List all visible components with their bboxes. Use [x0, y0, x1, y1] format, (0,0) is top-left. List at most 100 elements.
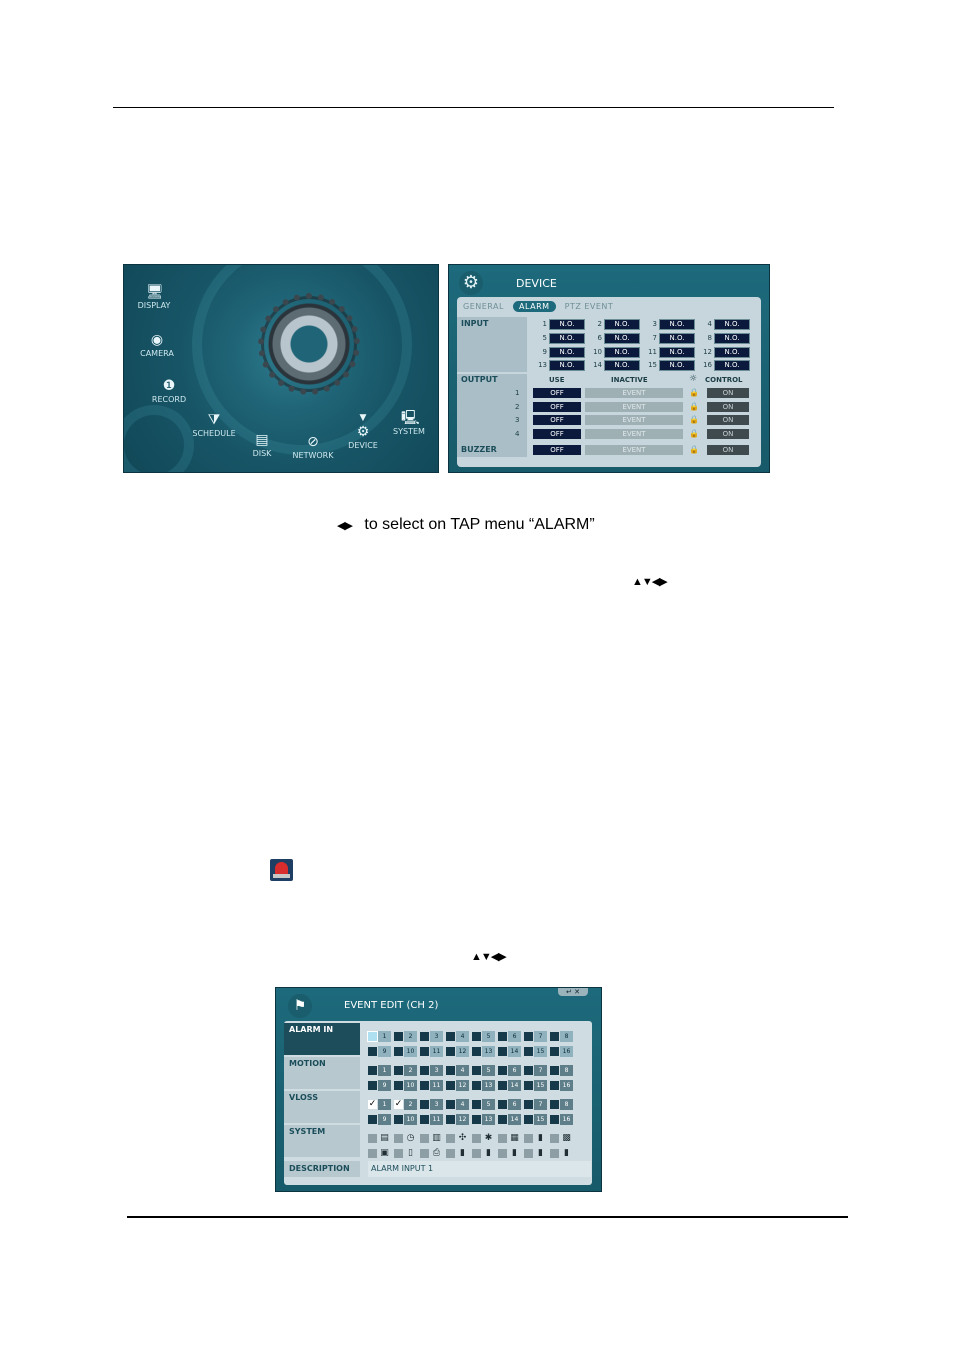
- checkbox[interactable]: [498, 1115, 507, 1124]
- close-icon[interactable]: ↵ ✕: [558, 988, 588, 996]
- checkbox[interactable]: [472, 1100, 481, 1109]
- checkbox[interactable]: [498, 1134, 507, 1143]
- checkbox[interactable]: [446, 1100, 455, 1109]
- checkbox[interactable]: [420, 1100, 429, 1109]
- menu-item-network[interactable]: ⊘ NETWORK: [290, 435, 336, 460]
- output-use-select[interactable]: OFF: [533, 402, 581, 412]
- checkbox[interactable]: [394, 1134, 403, 1143]
- input-mode-select[interactable]: N.O.: [604, 319, 640, 330]
- checkbox[interactable]: [394, 1115, 403, 1124]
- checkbox[interactable]: [498, 1032, 507, 1041]
- input-mode-select[interactable]: N.O.: [604, 333, 640, 344]
- checkbox[interactable]: [550, 1115, 559, 1124]
- checkbox-checked[interactable]: ✓: [368, 1100, 377, 1109]
- tab-alarm[interactable]: ALARM: [513, 301, 556, 312]
- input-mode-select[interactable]: N.O.: [659, 319, 695, 330]
- menu-item-system[interactable]: 🖳 SYSTEM: [390, 411, 428, 436]
- input-mode-select[interactable]: N.O.: [714, 333, 750, 344]
- checkbox[interactable]: [472, 1032, 481, 1041]
- output-inactive-select[interactable]: EVENT: [585, 415, 683, 425]
- description-field[interactable]: ALARM INPUT 1: [368, 1161, 591, 1177]
- checkbox[interactable]: [550, 1100, 559, 1109]
- input-mode-select[interactable]: N.O.: [604, 347, 640, 358]
- output-inactive-select[interactable]: EVENT: [585, 388, 683, 398]
- checkbox[interactable]: [550, 1032, 559, 1041]
- input-mode-select[interactable]: N.O.: [714, 360, 750, 371]
- checkbox-checked[interactable]: ✓: [394, 1100, 403, 1109]
- checkbox[interactable]: [550, 1066, 559, 1075]
- output-use-select[interactable]: OFF: [533, 415, 581, 425]
- checkbox[interactable]: [394, 1081, 403, 1090]
- input-mode-select[interactable]: N.O.: [714, 347, 750, 358]
- checkbox[interactable]: [420, 1149, 429, 1158]
- checkbox[interactable]: [550, 1081, 559, 1090]
- output-inactive-select[interactable]: EVENT: [585, 429, 683, 439]
- input-mode-select[interactable]: N.O.: [659, 347, 695, 358]
- menu-item-display[interactable]: 🖥 DISPLAY: [134, 285, 174, 310]
- checkbox[interactable]: [420, 1115, 429, 1124]
- menu-item-schedule[interactable]: ⧩ SCHEDULE: [190, 413, 238, 438]
- checkbox[interactable]: [472, 1134, 481, 1143]
- checkbox[interactable]: [420, 1032, 429, 1041]
- checkbox[interactable]: [498, 1149, 507, 1158]
- checkbox[interactable]: [524, 1134, 533, 1143]
- checkbox[interactable]: [498, 1081, 507, 1090]
- buzzer-control-button[interactable]: ON: [707, 445, 749, 455]
- checkbox[interactable]: [524, 1032, 533, 1041]
- checkbox[interactable]: [368, 1066, 377, 1075]
- checkbox[interactable]: [524, 1149, 533, 1158]
- checkbox[interactable]: [368, 1134, 377, 1143]
- checkbox[interactable]: [446, 1047, 455, 1056]
- checkbox[interactable]: [498, 1047, 507, 1056]
- input-mode-select[interactable]: N.O.: [549, 360, 585, 371]
- checkbox[interactable]: [472, 1115, 481, 1124]
- checkbox[interactable]: [420, 1047, 429, 1056]
- checkbox[interactable]: [524, 1115, 533, 1124]
- checkbox[interactable]: [524, 1081, 533, 1090]
- menu-item-device[interactable]: ▼ ⚙ DEVICE: [346, 413, 380, 450]
- output-use-select[interactable]: OFF: [533, 388, 581, 398]
- checkbox[interactable]: [472, 1066, 481, 1075]
- checkbox[interactable]: [394, 1047, 403, 1056]
- checkbox[interactable]: [550, 1047, 559, 1056]
- menu-item-record[interactable]: ❶ RECORD: [149, 379, 189, 404]
- checkbox[interactable]: [524, 1047, 533, 1056]
- output-control-button[interactable]: ON: [707, 429, 749, 439]
- output-use-select[interactable]: OFF: [533, 429, 581, 439]
- buzzer-use-select[interactable]: OFF: [533, 445, 581, 455]
- input-mode-select[interactable]: N.O.: [549, 347, 585, 358]
- checkbox[interactable]: [446, 1066, 455, 1075]
- checkbox[interactable]: [472, 1081, 481, 1090]
- menu-item-disk[interactable]: ▤ DISK: [248, 433, 276, 458]
- checkbox[interactable]: [420, 1066, 429, 1075]
- checkbox[interactable]: [420, 1081, 429, 1090]
- checkbox[interactable]: [368, 1115, 377, 1124]
- input-mode-select[interactable]: N.O.: [549, 319, 585, 330]
- checkbox[interactable]: [446, 1081, 455, 1090]
- buzzer-inactive-select[interactable]: EVENT: [585, 445, 683, 455]
- checkbox[interactable]: [394, 1149, 403, 1158]
- checkbox[interactable]: [367, 1031, 378, 1042]
- checkbox[interactable]: [524, 1066, 533, 1075]
- checkbox[interactable]: [472, 1047, 481, 1056]
- checkbox[interactable]: [394, 1032, 403, 1041]
- tab-general[interactable]: GENERAL: [463, 302, 504, 311]
- checkbox[interactable]: [368, 1149, 377, 1158]
- checkbox[interactable]: [550, 1134, 559, 1143]
- input-mode-select[interactable]: N.O.: [714, 319, 750, 330]
- checkbox[interactable]: [524, 1100, 533, 1109]
- checkbox[interactable]: [446, 1032, 455, 1041]
- menu-item-camera[interactable]: ◉ CAMERA: [136, 333, 178, 358]
- output-control-button[interactable]: ON: [707, 388, 749, 398]
- checkbox[interactable]: [498, 1066, 507, 1075]
- output-inactive-select[interactable]: EVENT: [585, 402, 683, 412]
- output-control-button[interactable]: ON: [707, 402, 749, 412]
- checkbox[interactable]: [394, 1066, 403, 1075]
- tab-ptz-event[interactable]: PTZ EVENT: [565, 302, 614, 311]
- checkbox[interactable]: [420, 1134, 429, 1143]
- output-control-button[interactable]: ON: [707, 415, 749, 425]
- input-mode-select[interactable]: N.O.: [659, 360, 695, 371]
- checkbox[interactable]: [446, 1149, 455, 1158]
- checkbox[interactable]: [498, 1100, 507, 1109]
- input-mode-select[interactable]: N.O.: [549, 333, 585, 344]
